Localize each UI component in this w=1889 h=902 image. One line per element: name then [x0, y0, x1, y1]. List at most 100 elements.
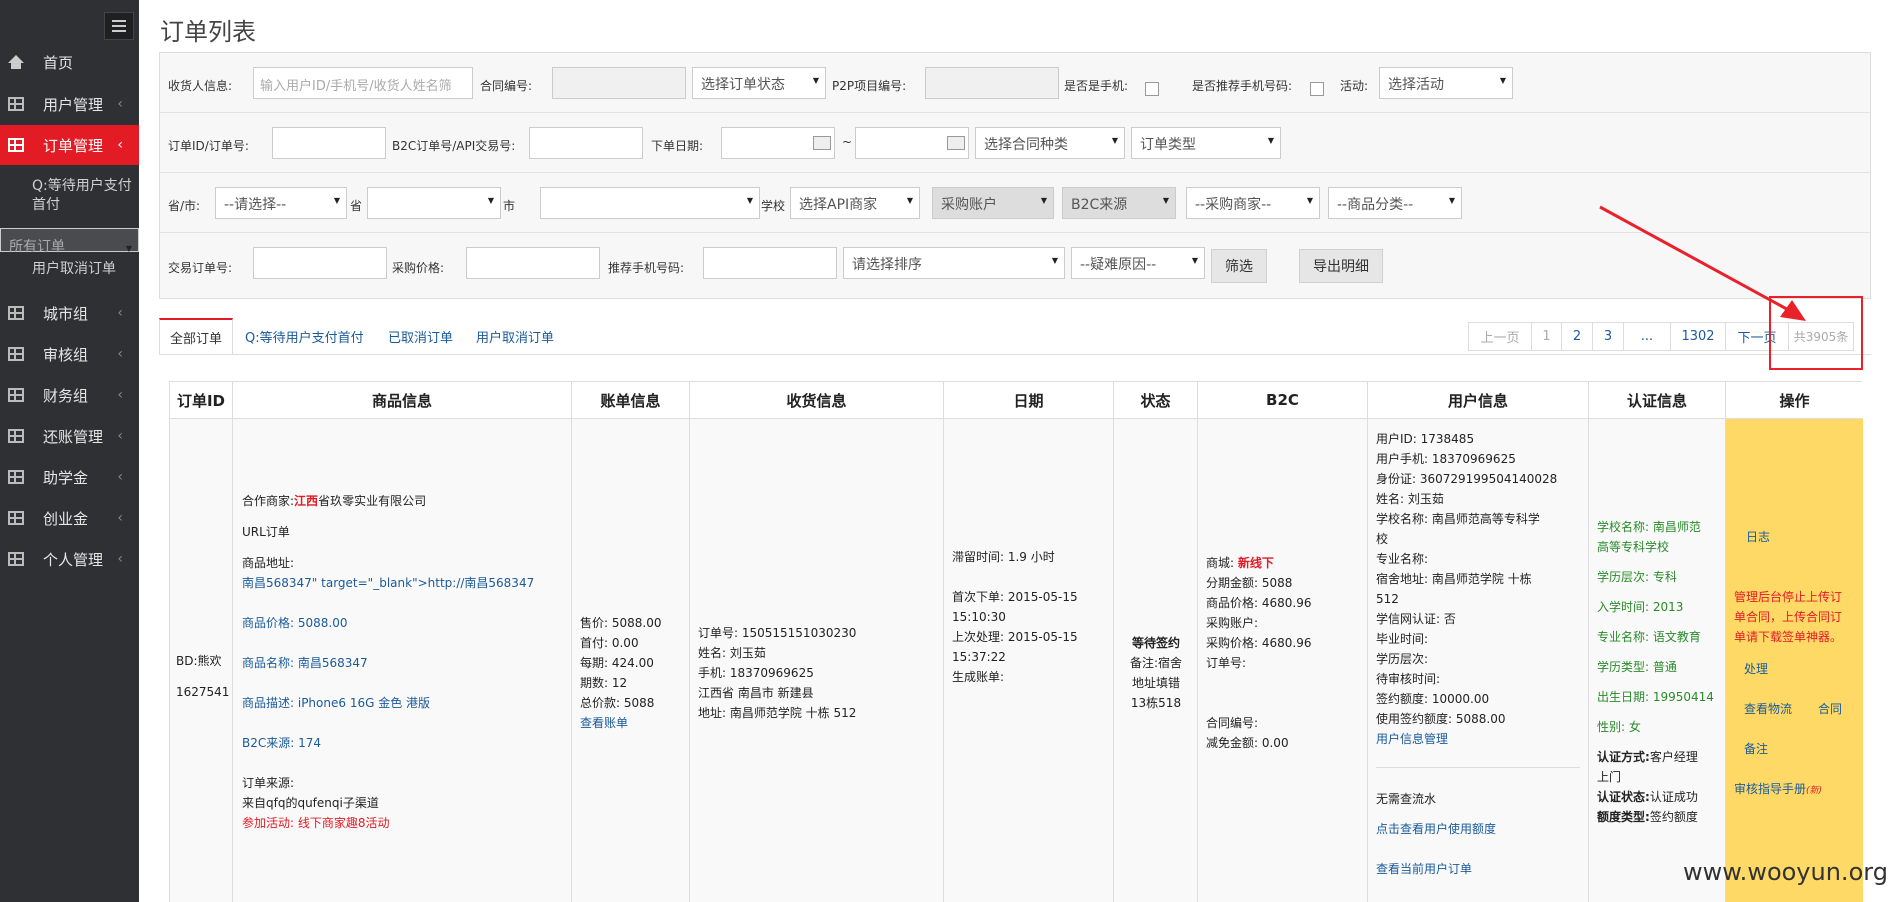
b2c-line: 采购账户: — [1206, 616, 1259, 630]
tab-cancelled[interactable]: 已取消订单 — [388, 318, 453, 354]
order-date-end-input[interactable] — [855, 127, 969, 159]
process-link[interactable]: 处理 — [1744, 659, 1768, 679]
contract-input[interactable] — [552, 67, 686, 99]
p2p-input[interactable] — [925, 67, 1059, 99]
audit-guide-link[interactable]: 审核指导手册(新) — [1734, 779, 1822, 801]
calendar-icon[interactable] — [813, 136, 831, 150]
sidebar-item-label: 财务组 — [43, 386, 89, 405]
filter-button[interactable]: 筛选 — [1211, 249, 1267, 283]
city-select[interactable] — [367, 187, 501, 219]
contract-type-select[interactable]: 选择合同种类 — [975, 127, 1125, 159]
sidebar-sub-user-cancelled[interactable]: 用户取消订单 — [0, 260, 139, 279]
receiver-input[interactable]: 输入用户ID/手机号/收货人姓名筛 — [253, 67, 473, 99]
sidebar-item-label: 个人管理 — [43, 550, 104, 569]
province-select[interactable]: --请选择-- — [215, 187, 347, 219]
sidebar-item-startup-fund[interactable]: 创业金 ‹ — [0, 498, 139, 538]
orders-table: 订单ID 商品信息 账单信息 收货信息 日期 状态 B2C 用户信息 认证信息 … — [169, 381, 1863, 902]
sidebar-item-user-management[interactable]: 用户管理 ‹ — [0, 84, 139, 124]
date-range-separator: ~ — [842, 135, 853, 149]
bill-line: 总价款: 5088 — [580, 696, 655, 710]
bill-line: 期数: 12 — [580, 676, 628, 690]
sub-label: 所有订单 — [9, 239, 65, 255]
sidebar-sub-waiting-payment[interactable]: Q:等待用户支付 首付 — [0, 177, 139, 215]
user-line: 姓名: 刘玉茹 — [1376, 492, 1444, 506]
b2c-source-select[interactable]: B2C来源 — [1062, 187, 1176, 219]
order-id-input[interactable] — [272, 127, 386, 159]
api-merchant-select[interactable]: 选择API商家 — [790, 187, 920, 219]
cell-order-id: BD:熊欢 1627541 — [170, 419, 233, 902]
order-date-start-input[interactable] — [721, 127, 835, 159]
product-address-link[interactable]: 南昌568347" target="_blank">http://南昌56834… — [242, 573, 534, 593]
receiver-label: 收货人信息: — [168, 79, 233, 93]
tab-user-cancelled[interactable]: 用户取消订单 — [476, 318, 554, 354]
date-line: 首次下单: 2015-05-15 — [952, 590, 1078, 604]
page-2-button[interactable]: 2 — [1561, 322, 1593, 351]
product-category-select[interactable]: --商品分类-- — [1328, 187, 1462, 219]
sidebar-item-city-group[interactable]: 城市组 ‹ — [0, 293, 139, 333]
view-logistics-link[interactable]: 查看物流 — [1744, 699, 1792, 719]
product-name: 商品名称: 南昌568347 — [242, 656, 368, 670]
recommend-phone-input[interactable] — [703, 247, 837, 279]
view-user-orders-link[interactable]: 查看当前用户订单 — [1376, 859, 1472, 879]
sidebar-item-finance-group[interactable]: 财务组 ‹ — [0, 375, 139, 415]
sidebar-item-repayment[interactable]: 还账管理 ‹ — [0, 416, 139, 456]
calendar-icon[interactable] — [947, 136, 965, 150]
sidebar-item-home[interactable]: 首页 — [0, 42, 139, 82]
grid-icon — [8, 138, 24, 152]
recommend-mobile-checkbox[interactable] — [1310, 82, 1324, 96]
status-badge: 等待签约 — [1131, 636, 1180, 650]
purchase-account-select[interactable]: 采购账户 — [932, 187, 1054, 219]
user-line: 待审核时间: — [1376, 672, 1441, 686]
trade-no-input[interactable] — [253, 247, 387, 279]
filter-row: 收货人信息: 输入用户ID/手机号/收货人姓名筛 合同编号: 选择订单状态 P2… — [160, 53, 1870, 113]
activity-select[interactable]: 选择活动 — [1379, 67, 1513, 99]
tab-all-orders[interactable]: 全部订单 — [159, 318, 234, 354]
is-mobile-checkbox[interactable] — [1145, 82, 1159, 96]
chevron-left-icon: ‹ — [117, 387, 123, 403]
purchase-merchant-select[interactable]: --采购商家-- — [1186, 187, 1320, 219]
export-button[interactable]: 导出明细 — [1299, 249, 1383, 283]
order-type-select[interactable]: 订单类型 — [1131, 127, 1281, 159]
user-line: 身份证: 360729199504140028 — [1376, 472, 1558, 486]
date-line: 15:37:22 — [952, 650, 1006, 664]
sidebar-sub-all-orders[interactable]: 所有订单 — [0, 228, 139, 261]
b2c-label: B2C订单号/API交易号: — [392, 139, 516, 153]
chevron-left-icon: ‹ — [117, 551, 123, 567]
menu-toggle-icon[interactable] — [104, 12, 134, 40]
view-user-quota-link[interactable]: 点击查看用户使用额度 — [1376, 819, 1496, 839]
page-last-button[interactable]: 1302 — [1670, 322, 1726, 351]
user-line: 校 — [1376, 532, 1389, 546]
sidebar-item-grant[interactable]: 助学金 ‹ — [0, 457, 139, 497]
grid-icon — [8, 97, 24, 111]
status-note: 备注:宿舍 — [1129, 656, 1183, 670]
sidebar-item-audit-group[interactable]: 审核组 ‹ — [0, 334, 139, 374]
sidebar-item-personal[interactable]: 个人管理 ‹ — [0, 539, 139, 579]
auth-line: 学校名称: 南昌师范 — [1597, 520, 1701, 534]
remark-link[interactable]: 备注 — [1744, 739, 1768, 759]
grid-icon — [8, 306, 24, 320]
school-select[interactable] — [540, 187, 760, 219]
prev-page-button[interactable]: 上一页 — [1468, 322, 1532, 351]
view-bill-link[interactable]: 查看账单 — [580, 713, 628, 733]
sidebar-item-order-management[interactable]: 订单管理 ‹ — [0, 125, 139, 165]
col-header: B2C — [1198, 382, 1368, 419]
order-status-select[interactable]: 选择订单状态 — [692, 67, 826, 99]
log-link[interactable]: 日志 — [1746, 527, 1770, 547]
page-3-button[interactable]: 3 — [1592, 322, 1624, 351]
user-info-management-link[interactable]: 用户信息管理 — [1376, 729, 1448, 749]
chevron-left-icon: ‹ — [117, 346, 123, 362]
cell-product: 合作商家:江西省玖零实业有限公司 URL订单 商品地址: 南昌568347" t… — [233, 419, 572, 902]
grid-icon — [8, 347, 24, 361]
chevron-left-icon: ‹ — [117, 96, 123, 112]
sort-select[interactable]: 请选择排序 — [843, 247, 1065, 279]
sidebar-item-label: 订单管理 — [43, 136, 104, 155]
col-header: 状态 — [1114, 382, 1198, 419]
annotation-arrow-icon — [1599, 205, 1806, 321]
upload-warning: 管理后台停止上传订 — [1734, 590, 1843, 604]
difficulty-select[interactable]: --疑难原因-- — [1071, 247, 1205, 279]
page-1-button[interactable]: 1 — [1531, 322, 1562, 351]
tab-waiting-payment[interactable]: Q:等待用户支付首付 — [245, 318, 364, 354]
contract-link[interactable]: 合同 — [1818, 699, 1842, 719]
purchase-price-input[interactable] — [466, 247, 600, 279]
b2c-input[interactable] — [529, 127, 643, 159]
